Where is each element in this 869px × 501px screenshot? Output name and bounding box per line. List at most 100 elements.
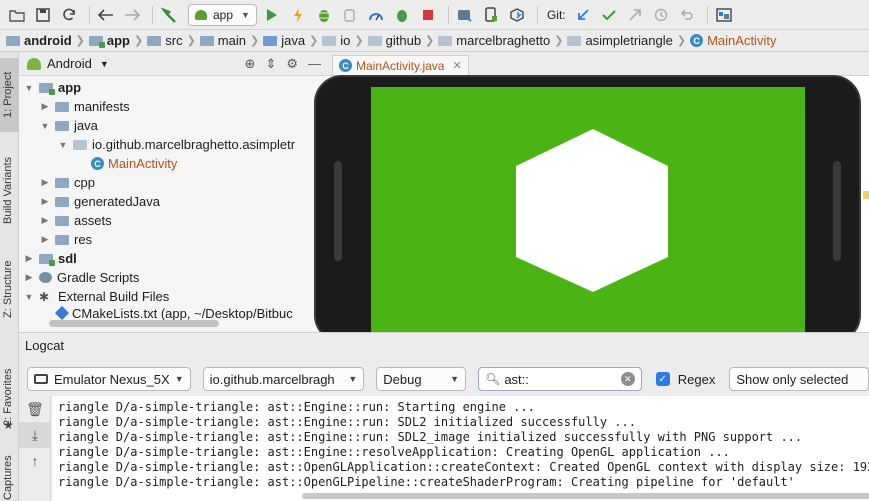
- locate-target-icon[interactable]: ⊕: [245, 56, 256, 72]
- expanded-arrow-icon[interactable]: ▼: [23, 83, 35, 93]
- expanded-arrow-icon[interactable]: ▼: [39, 121, 51, 131]
- breadcrumb-item-android[interactable]: android ❯: [6, 33, 85, 48]
- tab-captures[interactable]: Captures: [0, 452, 19, 501]
- tree-item-res[interactable]: ▶ res: [19, 230, 327, 249]
- package-icon: [438, 35, 453, 46]
- breadcrumb-item-main[interactable]: main ❯: [199, 33, 259, 48]
- tab-structure[interactable]: Z: Structure: [0, 256, 19, 320]
- tree-item-label: External Build Files: [58, 289, 170, 304]
- attach-debugger-icon[interactable]: [339, 4, 361, 26]
- tree-item-assets[interactable]: ▶ assets: [19, 211, 327, 230]
- horizontal-scrollbar[interactable]: [49, 320, 219, 327]
- sync-gradle-icon[interactable]: [454, 4, 476, 26]
- tree-item-generatedjava[interactable]: ▶ generatedJava: [19, 192, 327, 211]
- tree-item-mainactivity[interactable]: C MainActivity: [19, 154, 327, 173]
- tree-item-sdl[interactable]: ▶ sdl: [19, 249, 327, 268]
- scroll-to-end-icon[interactable]: ⤓: [19, 422, 51, 448]
- git-push-icon[interactable]: [624, 4, 646, 26]
- emulator-device-frame: [314, 75, 861, 343]
- up-arrow-icon[interactable]: ↑: [19, 448, 51, 474]
- sdk-manager-icon[interactable]: [506, 4, 528, 26]
- collapse-all-icon[interactable]: ⇕: [265, 56, 276, 72]
- collapsed-arrow-icon[interactable]: ▶: [39, 177, 51, 188]
- run-icon[interactable]: [261, 4, 283, 26]
- breadcrumb-item-src[interactable]: src ❯: [147, 33, 196, 48]
- hide-panel-icon[interactable]: —: [308, 56, 321, 71]
- attach-bug-icon[interactable]: [391, 4, 413, 26]
- expanded-arrow-icon[interactable]: ▼: [57, 140, 69, 150]
- logcat-title: Logcat: [25, 338, 65, 353]
- collapsed-arrow-icon[interactable]: ▶: [23, 253, 35, 264]
- chevron-down-icon[interactable]: ▼: [100, 59, 109, 69]
- warning-marker[interactable]: [863, 191, 869, 199]
- tree-item-manifests[interactable]: ▶ manifests: [19, 97, 327, 116]
- collapsed-arrow-icon[interactable]: ▶: [39, 234, 51, 245]
- tree-item-label: Gradle Scripts: [57, 270, 140, 285]
- tab-build-variants[interactable]: Build Variants: [0, 144, 19, 228]
- tree-item-package[interactable]: ▼ io.github.marcelbraghetto.asimpletr: [19, 135, 327, 154]
- breadcrumb-label: app: [106, 33, 131, 48]
- project-view-select[interactable]: Android: [47, 56, 92, 71]
- breadcrumb-item-io[interactable]: io ❯: [322, 33, 364, 48]
- gear-icon[interactable]: ⚙: [286, 56, 298, 72]
- filter-config-select[interactable]: Show only selected: [729, 367, 869, 391]
- apply-changes-icon[interactable]: [287, 4, 309, 26]
- debug-icon[interactable]: [313, 4, 335, 26]
- close-icon[interactable]: ✕: [452, 59, 461, 72]
- history-clock-icon[interactable]: [650, 4, 672, 26]
- open-folder-icon[interactable]: [6, 4, 28, 26]
- sync-icon[interactable]: [58, 4, 80, 26]
- forward-arrow-icon[interactable]: [121, 4, 143, 26]
- breadcrumb-label: src: [165, 33, 183, 48]
- logcat-output[interactable]: riangle D/a-simple-triangle: ast::Engine…: [52, 396, 869, 501]
- tab-project[interactable]: 1: Project: [0, 58, 19, 132]
- breadcrumb-item-github[interactable]: github ❯: [367, 33, 434, 48]
- breadcrumb-label: github: [385, 33, 422, 48]
- collapsed-arrow-icon[interactable]: ▶: [23, 272, 35, 283]
- tree-item-cpp[interactable]: ▶ cpp: [19, 173, 327, 192]
- package-icon: [322, 35, 337, 46]
- git-commit-check-icon[interactable]: [598, 4, 620, 26]
- breadcrumb-label: io: [340, 33, 351, 48]
- tab-mainactivity-java[interactable]: C MainActivity.java ✕: [332, 55, 469, 75]
- save-icon[interactable]: [32, 4, 54, 26]
- regex-checkbox[interactable]: ✓ Regex: [655, 372, 715, 387]
- project-structure-icon[interactable]: [713, 4, 735, 26]
- build-hammer-icon[interactable]: [158, 4, 180, 26]
- collapsed-arrow-icon[interactable]: ▶: [39, 196, 51, 207]
- device-select[interactable]: Emulator Nexus_5X ▼: [27, 367, 191, 391]
- breadcrumb-item-mainactivity[interactable]: C MainActivity: [690, 33, 776, 48]
- back-arrow-icon[interactable]: [95, 4, 117, 26]
- breadcrumb-item-app[interactable]: app ❯: [88, 33, 143, 48]
- breadcrumb-label: asimpletriangle: [585, 33, 673, 48]
- avd-manager-icon[interactable]: [480, 4, 502, 26]
- tree-item-external-build-files[interactable]: ▼ ✱ External Build Files: [19, 287, 327, 306]
- run-config-select[interactable]: app ▼: [188, 3, 257, 26]
- tree-item-app[interactable]: ▼ app: [19, 78, 327, 97]
- emulator-screen[interactable]: [371, 87, 805, 333]
- collapsed-arrow-icon[interactable]: ▶: [39, 215, 51, 226]
- logcat-search-input[interactable]: 🔍︎ ast:: ✕: [478, 367, 642, 391]
- git-update-icon[interactable]: [572, 4, 594, 26]
- breadcrumb-item-marcelbraghetto[interactable]: marcelbraghetto ❯: [438, 33, 563, 48]
- breadcrumb-item-java[interactable]: java ❯: [263, 33, 318, 48]
- tree-item-java[interactable]: ▼ java: [19, 116, 327, 135]
- tree-item-cmakelists[interactable]: CMakeLists.txt (app, ~/Desktop/Bitbuc: [19, 306, 327, 320]
- chevron-right-icon: ❯: [676, 35, 687, 47]
- profiler-icon[interactable]: [365, 4, 387, 26]
- clear-search-icon[interactable]: ✕: [620, 372, 635, 386]
- stop-icon[interactable]: [417, 4, 439, 26]
- expanded-arrow-icon[interactable]: ▼: [23, 292, 35, 302]
- log-level-select[interactable]: Debug ▼: [376, 367, 467, 391]
- breadcrumb-item-asimpletriangle[interactable]: asimpletriangle ❯: [567, 33, 686, 48]
- trash-icon[interactable]: 🗑︎: [19, 396, 51, 422]
- revert-icon[interactable]: [676, 4, 698, 26]
- collapsed-arrow-icon[interactable]: ▶: [39, 101, 51, 112]
- checkbox-checked-icon[interactable]: ✓: [655, 372, 670, 386]
- process-select[interactable]: io.github.marcelbragh ▼: [202, 367, 365, 391]
- search-query: ast::: [504, 371, 529, 387]
- tree-item-label: res: [74, 232, 93, 247]
- horizontal-scrollbar[interactable]: [302, 493, 869, 499]
- tree-item-gradle-scripts[interactable]: ▶ Gradle Scripts: [19, 268, 327, 287]
- toolbar-divider: [89, 5, 90, 24]
